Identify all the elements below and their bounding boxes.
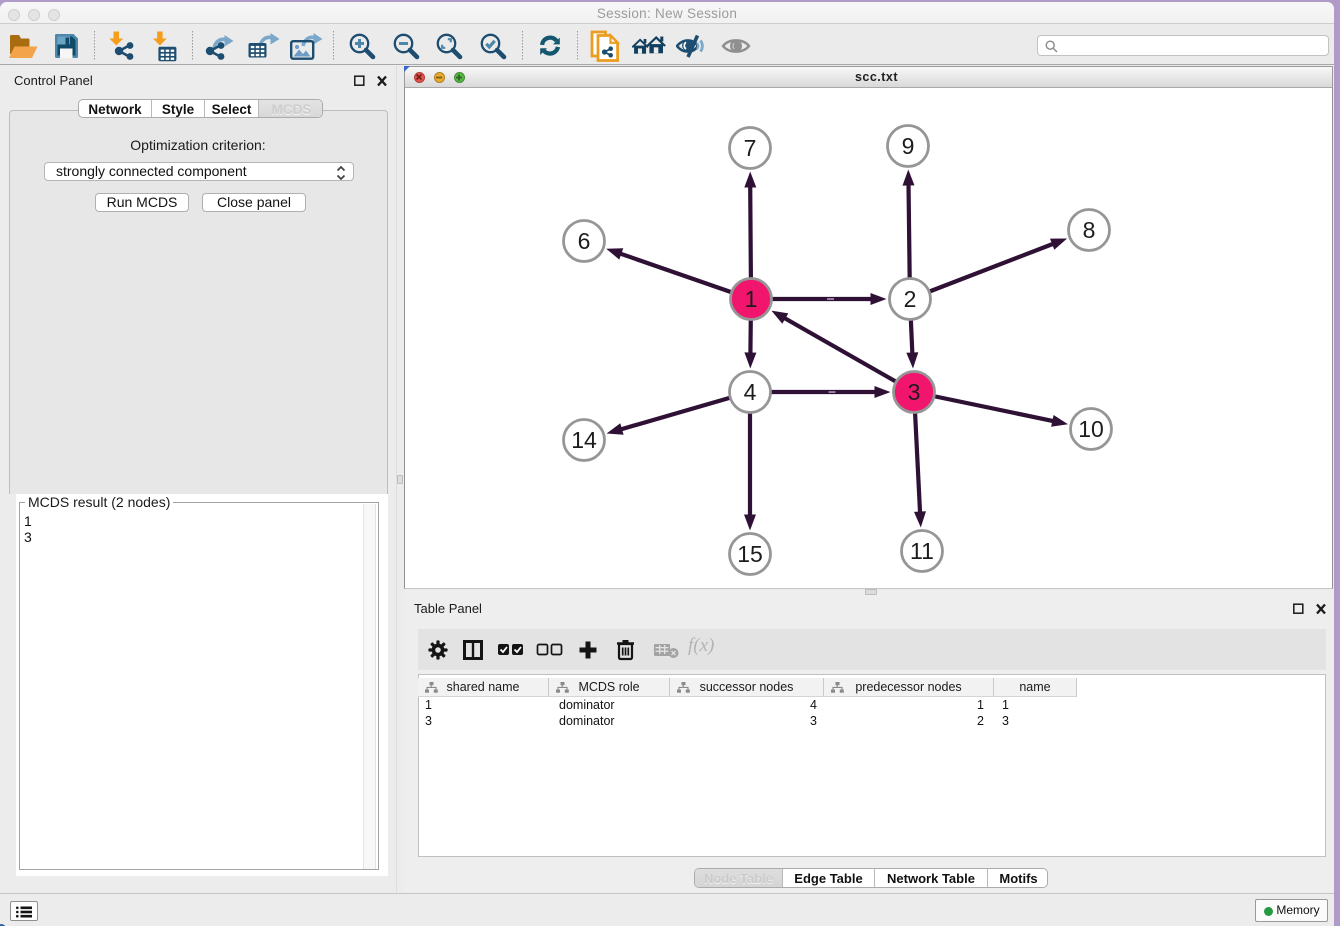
svg-text:7: 7 xyxy=(744,135,757,161)
svg-text:3: 3 xyxy=(908,379,921,405)
svg-text:8: 8 xyxy=(1083,217,1096,243)
svg-text:15: 15 xyxy=(737,541,763,567)
svg-text:9: 9 xyxy=(902,133,915,159)
svg-text:11: 11 xyxy=(910,538,934,564)
svg-text:14: 14 xyxy=(571,427,597,453)
svg-text:10: 10 xyxy=(1078,416,1104,442)
svg-text:2: 2 xyxy=(904,286,917,312)
svg-text:1: 1 xyxy=(745,286,758,312)
svg-text:6: 6 xyxy=(578,228,591,254)
svg-text:4: 4 xyxy=(744,379,757,405)
